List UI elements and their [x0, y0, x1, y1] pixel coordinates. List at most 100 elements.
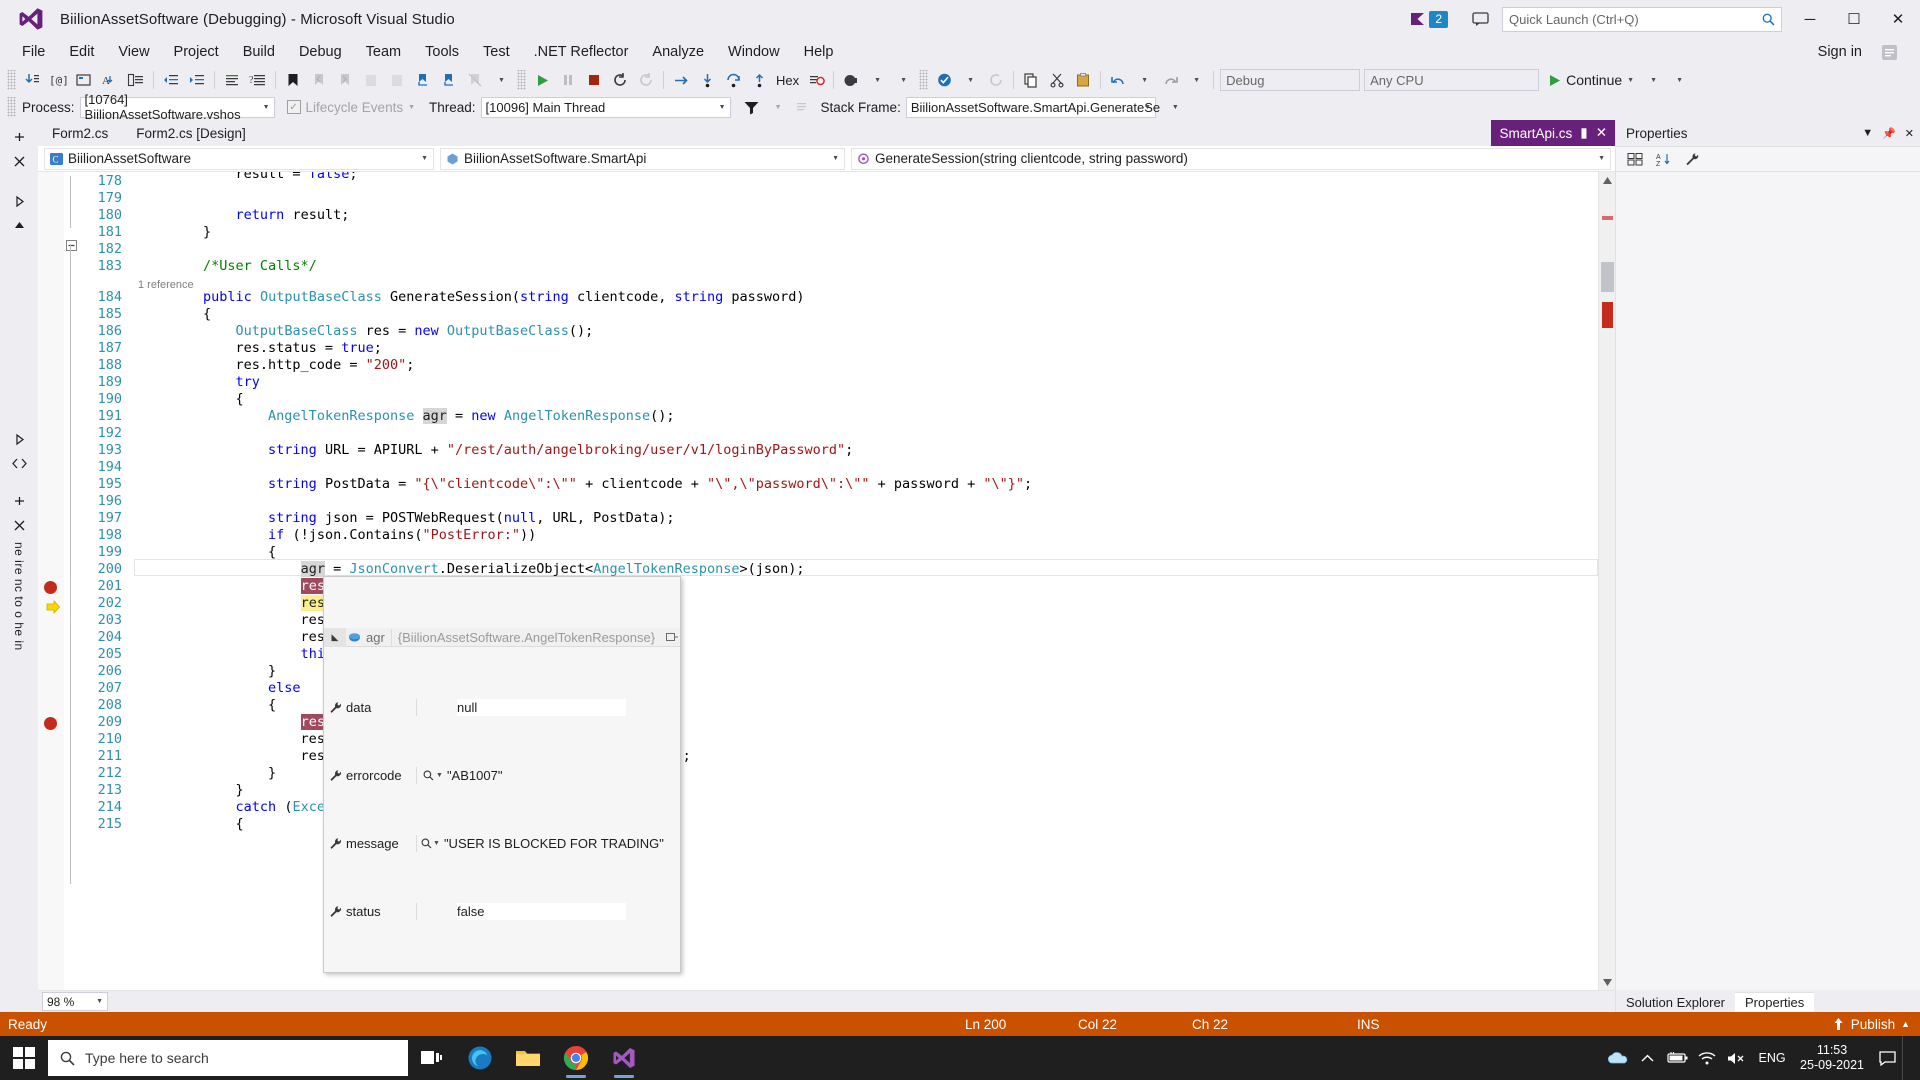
taskbar-search-input[interactable]: Type here to search: [48, 1040, 408, 1076]
clear-bookmark-icon[interactable]: [358, 68, 384, 92]
breakpoint-line-209[interactable]: [44, 717, 57, 730]
disable-bookmark-icon[interactable]: [462, 68, 488, 92]
zoom-level-select[interactable]: 98 % ▼: [42, 992, 108, 1011]
code-fold-gutter[interactable]: [64, 172, 78, 990]
chevron-up-icon[interactable]: ▲: [1901, 1019, 1910, 1029]
comment-selection-icon[interactable]: [219, 68, 245, 92]
insert-snippet-icon[interactable]: [@]: [45, 68, 71, 92]
toolbar-grip[interactable]: [517, 70, 526, 90]
minimize-button[interactable]: ─: [1788, 0, 1832, 38]
toolbox-expander-icon[interactable]: [6, 190, 32, 212]
menu-item-view[interactable]: View: [106, 40, 161, 64]
menu-item-team[interactable]: Team: [354, 40, 413, 64]
thread-select[interactable]: [10096] Main Thread ▼: [480, 96, 731, 118]
wifi-icon[interactable]: [1692, 1036, 1722, 1080]
string-visualizer-icon[interactable]: [421, 838, 432, 849]
toolbar-grip[interactable]: [919, 70, 929, 90]
team-explorer-icon[interactable]: [931, 68, 957, 92]
taskbar-chrome-icon[interactable]: [552, 1036, 600, 1080]
server-explorer-nav-icon[interactable]: [6, 452, 32, 474]
maximize-button[interactable]: ☐: [1832, 0, 1876, 38]
quick-launch-input[interactable]: Quick Launch (Ctrl+Q): [1502, 6, 1782, 32]
fold-marker-line-184[interactable]: [64, 238, 78, 254]
visualizer-chevron-down-icon[interactable]: ▼: [436, 767, 443, 784]
cut-icon[interactable]: [1044, 68, 1070, 92]
scroll-down-arrow-icon[interactable]: [1599, 974, 1615, 990]
solution-configuration-select[interactable]: Debug: [1220, 69, 1361, 91]
menu-item-analyze[interactable]: Analyze: [640, 40, 716, 64]
thread-marker-icon[interactable]: [803, 68, 829, 92]
toolbar-grip[interactable]: [7, 70, 16, 90]
stack-frame-select[interactable]: BiilionAssetSoftware.SmartApi.GenerateSe…: [905, 96, 1160, 118]
battery-charging-icon[interactable]: [1662, 1036, 1692, 1080]
menu-item-edit[interactable]: Edit: [57, 40, 106, 64]
action-center-icon[interactable]: [1872, 1036, 1902, 1080]
pin-icon[interactable]: ▮: [1580, 125, 1587, 141]
tab-smartapi-cs-active[interactable]: SmartApi.cs ▮ ✕: [1491, 120, 1615, 146]
filter-threads-icon[interactable]: [739, 95, 765, 119]
solution-platform-select[interactable]: Any CPU: [1364, 69, 1540, 91]
show-desktop-button[interactable]: [1902, 1036, 1920, 1080]
server-explorer-expander-icon[interactable]: [6, 428, 32, 450]
breakpoint-line-201[interactable]: [44, 581, 57, 594]
alphabetical-sort-icon[interactable]: AZ: [1651, 147, 1677, 171]
tab-properties[interactable]: Properties: [1735, 992, 1815, 1012]
step-out-icon[interactable]: [746, 68, 772, 92]
continue-button[interactable]: Continue ▼: [1547, 72, 1634, 88]
close-icon[interactable]: ✕: [1596, 125, 1607, 141]
lifecycle-events-button[interactable]: ✓ Lifecycle Events ▼: [286, 100, 415, 115]
editor-vertical-scrollbar[interactable]: [1598, 172, 1615, 990]
member-select[interactable]: GenerateSession(string clientcode, strin…: [851, 147, 1611, 170]
taskbar-edge-icon[interactable]: [456, 1036, 504, 1080]
undo-icon[interactable]: [1105, 68, 1131, 92]
toolbox-pin-icon[interactable]: [6, 126, 32, 148]
increase-indent-icon[interactable]: [184, 68, 210, 92]
restart-icon[interactable]: [607, 68, 633, 92]
show-hidden-icons-chevron-up-icon[interactable]: [1632, 1036, 1662, 1080]
menu-item-file[interactable]: File: [10, 40, 57, 64]
menu-item-build[interactable]: Build: [231, 40, 287, 64]
tab-form2-cs-design[interactable]: Form2.cs [Design]: [122, 121, 260, 146]
start-button[interactable]: [0, 1036, 48, 1080]
toolbox-close-icon[interactable]: [6, 150, 32, 172]
auto-hide-pin-icon[interactable]: 📌: [1882, 127, 1896, 140]
continue-run-icon[interactable]: [529, 68, 555, 92]
menu-item-test[interactable]: Test: [471, 40, 522, 64]
tab-form2-cs[interactable]: Form2.cs: [38, 121, 123, 146]
scroll-up-arrow-icon[interactable]: [1599, 172, 1615, 188]
hex-display-button[interactable]: Hex: [772, 73, 803, 88]
publish-button[interactable]: Publish ▲: [1832, 1017, 1910, 1032]
send-feedback-icon[interactable]: [1878, 41, 1900, 63]
properties-grid[interactable]: [1616, 172, 1920, 990]
notifications-button[interactable]: 2: [1409, 10, 1448, 28]
paste-icon[interactable]: [1070, 68, 1096, 92]
menu-item-window[interactable]: Window: [716, 40, 792, 64]
scrollbar-thumb[interactable]: [1601, 262, 1614, 292]
string-visualizer-icon[interactable]: [421, 770, 435, 781]
toggle-word-wrap-icon[interactable]: A: [97, 68, 123, 92]
chevron-down-icon[interactable]: ▼: [408, 104, 415, 111]
toolbox-collapse-icon[interactable]: [6, 214, 32, 236]
language-indicator[interactable]: ENG: [1752, 1036, 1792, 1080]
previous-bookmark-folder-icon[interactable]: [410, 68, 436, 92]
debugger-data-tip[interactable]: ◣ agr {BiilionAssetSoftware.AngelTokenRe…: [323, 576, 681, 973]
redo-dropdown-icon[interactable]: ▼: [1183, 68, 1209, 92]
uncomment-selection-icon[interactable]: ?: [245, 68, 271, 92]
class-select[interactable]: BiilionAssetSoftware.SmartApi ▼: [440, 147, 845, 170]
undo-dropdown-icon[interactable]: ▼: [1131, 68, 1157, 92]
toggle-bookmark-icon[interactable]: [280, 68, 306, 92]
breakpoint-gutter[interactable]: [38, 172, 64, 990]
window-menu-chevron-down-icon[interactable]: ▼: [1862, 127, 1873, 139]
debug-toolbar-overflow-icon[interactable]: ▼: [1162, 95, 1188, 119]
data-tip-row-errorcode[interactable]: errorcode ▼ "AB1007": [324, 766, 680, 784]
chevron-down-icon[interactable]: ▼: [1627, 77, 1634, 84]
editor-surface[interactable]: 178 179 180 181 182 183 184 185 186 187 …: [38, 172, 1615, 990]
sign-in-link[interactable]: Sign in: [1818, 44, 1862, 60]
project-select[interactable]: C BiilionAssetSoftware ▼: [44, 147, 434, 170]
server-explorer-close-icon[interactable]: [6, 514, 32, 536]
disabled-stack-icon[interactable]: [791, 95, 817, 119]
server-explorer-pin-icon[interactable]: [6, 490, 32, 512]
taskbar-file-explorer-icon[interactable]: [504, 1036, 552, 1080]
filter-threads-dropdown-icon[interactable]: ▼: [765, 95, 791, 119]
surround-with-icon[interactable]: [71, 68, 97, 92]
